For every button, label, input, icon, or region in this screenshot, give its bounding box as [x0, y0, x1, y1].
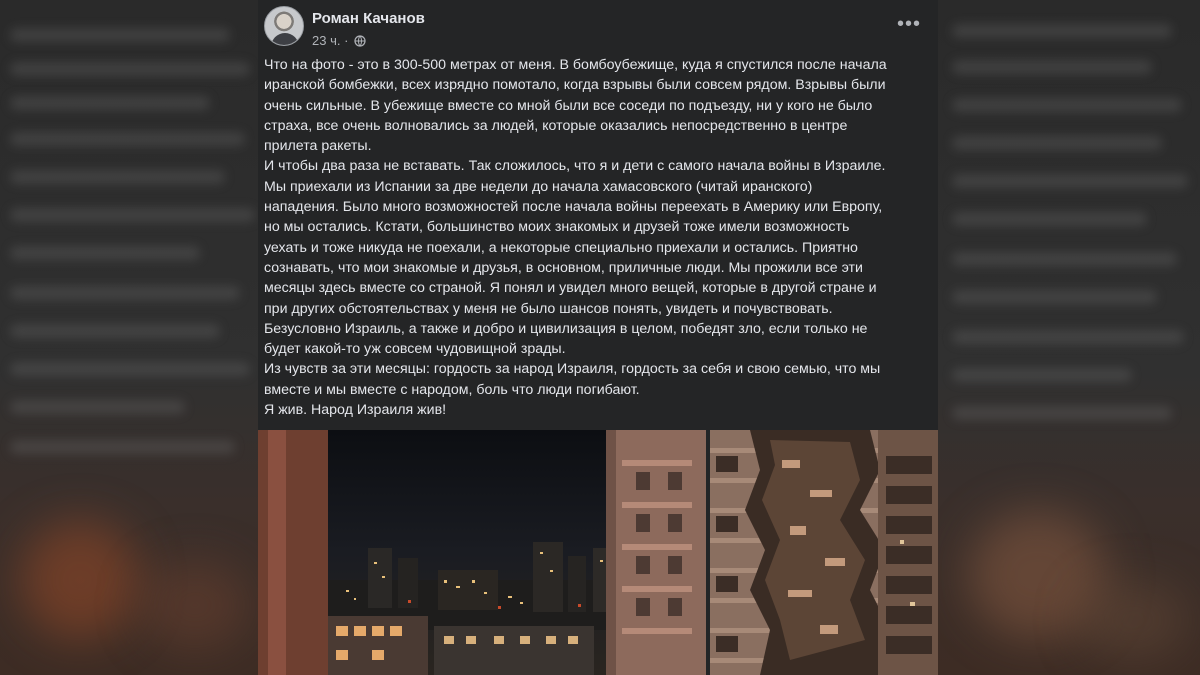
- post-timestamp[interactable]: 23 ч. ·: [312, 33, 348, 48]
- post-text-line: прилета ракеты.: [264, 138, 372, 155]
- post-text-line: И чтобы два раза не вставать. Так сложил…: [264, 158, 886, 175]
- post-text-line: при других обстоятельствах у меня не был…: [264, 300, 833, 317]
- damaged-building-illustration: [710, 430, 938, 675]
- post-text-line: сознавать, что мои знакомые и друзья, в …: [264, 259, 863, 276]
- post-text-line: месяцы здесь вместе со страной. Я понял …: [264, 280, 877, 297]
- post-photos: [258, 430, 938, 675]
- post-text-line: будет какой-то уж совсем чудовищной зрад…: [264, 341, 566, 358]
- post-text-line: Что на фото - это в 300-500 метрах от ме…: [264, 57, 887, 73]
- post-text-line: иранской бомбежки, всех изрядно помотало…: [264, 77, 886, 94]
- post-text-line: Я жив. Народ Израиля жив!: [264, 402, 447, 419]
- globe-icon: [354, 34, 367, 47]
- post-header: Роман Качанов 23 ч. · •••: [264, 6, 928, 52]
- post-text-line: уехать и тоже никуда не поехали, а некот…: [264, 239, 858, 256]
- facebook-post: Роман Качанов 23 ч. · ••• Что на фото - …: [258, 0, 938, 675]
- post-text-line: Мы приехали из Испании за две недели до …: [264, 178, 813, 195]
- damaged-building-photo[interactable]: [710, 430, 938, 675]
- post-text-line: нападения. Было много возможностей после…: [264, 199, 883, 216]
- more-options-button[interactable]: •••: [894, 12, 924, 36]
- post-text-line: вместе и мы вместе с народом, боль что л…: [264, 381, 640, 398]
- post-meta: 23 ч. ·: [312, 33, 367, 48]
- night-city-illustration: [258, 430, 706, 675]
- post-text-line: страха, все очень волновались за людей, …: [264, 117, 848, 134]
- post-body: Что на фото - это в 300-500 метрах от ме…: [264, 55, 928, 420]
- post-text-line: но мы остались. Кстати, большинство моих…: [264, 219, 850, 236]
- more-horizontal-icon: •••: [896, 12, 921, 35]
- post-text-line: очень сильные. В убежище вместе со мной …: [264, 97, 873, 114]
- author-avatar[interactable]: [264, 6, 304, 46]
- post-text-line: Из чувств за эти месяцы: гордость за нар…: [264, 361, 881, 378]
- night-city-photo[interactable]: [258, 430, 706, 675]
- author-name[interactable]: Роман Качанов: [312, 10, 425, 27]
- blurred-background-left: [0, 0, 270, 675]
- post-text-line: Безусловно Израиль, а также и добро и ци…: [264, 320, 868, 337]
- blurred-background-right: [938, 0, 1200, 675]
